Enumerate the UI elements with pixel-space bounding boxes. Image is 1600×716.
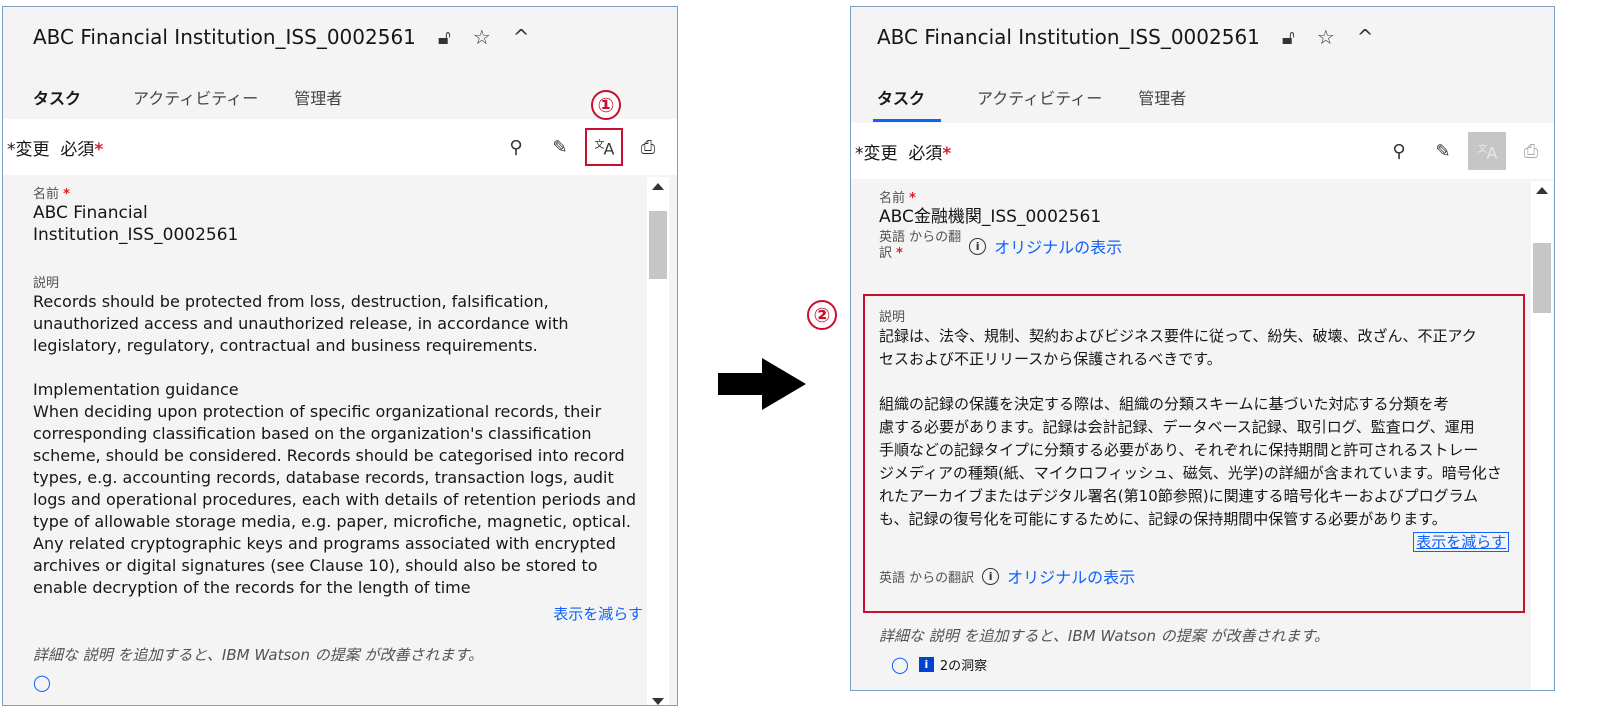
description-label: 説明 [879,310,906,325]
watson-hint: 詳細な 説明 を追加すると、IBM Watson の提案 が改善されます。 [879,627,1329,645]
show-original-link[interactable]: オリジナルの表示 [994,234,1122,258]
change-required-label: *変更 必須* [7,139,104,160]
translate-button[interactable]: 文A [585,128,623,166]
name-label: 名前 * [33,187,70,202]
record-title-row: ABC Financial Institution_ISS_0002561 🔓︎… [877,25,1374,49]
lightbulb-icon[interactable]: ◯ [891,655,909,674]
translated-description-text: 記録は、法令、規制、契約およびビジネス要件に従って、紛失、破壊、改ざん、不正アク… [879,327,1477,368]
watson-hint: 詳細な 説明 を追加すると、IBM Watson の提案 が改善されます。 [33,646,483,664]
record-title-row: ABC Financial Institution_ISS_0002561 🔓︎… [33,25,530,49]
implementation-guidance-text: Implementation guidance When deciding up… [33,380,636,597]
step-badge-1: ① [591,90,621,120]
translated-guidance-text: 組織の記録の保護を決定する際は、組織の分類スキームに基づいた対応する分類を考 慮… [879,395,1502,528]
print-icon[interactable]: ⎙ [1512,132,1550,170]
record-toolbar: *変更 必須* ⚲ ✎ 文A ⎙ [851,123,1554,179]
edit-icon[interactable]: ✎ [541,128,579,166]
star-icon[interactable]: ☆ [473,25,491,49]
tab-tasks[interactable]: タスク [29,85,98,122]
unlock-icon[interactable]: 🔓︎ [1282,25,1295,49]
info-icon[interactable]: i [969,237,987,255]
left-scrollbar[interactable] [647,177,669,705]
tab-admin[interactable]: 管理者 [294,85,342,122]
tab-tasks[interactable]: タスク [873,85,942,122]
translate-icon: 文A [594,139,615,159]
info-icon[interactable]: i [982,567,1000,585]
scroll-thumb[interactable] [1533,243,1551,313]
name-label: 名前 * [879,191,916,206]
star-icon[interactable]: ☆ [1317,25,1335,49]
scroll-down-icon[interactable] [652,698,664,705]
description-label: 説明 [33,276,60,291]
tab-activity[interactable]: アクティビティー [133,85,258,122]
translate-button[interactable]: 文A [1468,132,1506,170]
unlock-icon[interactable]: 🔓︎ [438,25,451,49]
search-icon[interactable]: ⚲ [1380,132,1418,170]
insights-row: ◯ i 2の洞察 [891,655,987,674]
scroll-up-icon[interactable] [1536,187,1548,194]
record-tabs: タスク アクティビティー 管理者 [29,85,378,122]
name-value-line2: Institution_ISS_0002561 [33,225,239,245]
tab-activity[interactable]: アクティビティー [977,85,1102,122]
translated-description-highlight: 説明 記録は、法令、規制、契約およびビジネス要件に従って、紛失、破壊、改ざん、不… [863,294,1525,613]
record-title: ABC Financial Institution_ISS_0002561 [33,25,416,49]
record-title: ABC Financial Institution_ISS_0002561 [877,25,1260,49]
record-toolbar: *変更 必須* ⚲ ✎ 文A ⎙ [3,119,677,175]
record-tabs: タスク アクティビティー 管理者 [873,85,1222,122]
name-value-line1: ABC Financial [33,203,148,223]
description-text: Records should be protected from loss, d… [33,292,569,355]
left-record-panel: ABC Financial Institution_ISS_0002561 🔓︎… [2,6,678,706]
change-required-label: *変更 必須* [855,143,952,164]
show-less-link[interactable]: 表示を減らす [553,605,643,623]
edit-icon[interactable]: ✎ [1424,132,1462,170]
record-fields: 名前 * ABC Financial Institution_ISS_00025… [33,183,643,692]
translation-note: 英語 からの翻 訳 * i オリジナルの表示 [879,230,1123,261]
show-original-link[interactable]: オリジナルの表示 [1007,564,1135,588]
lightbulb-icon[interactable]: ◯ [33,673,51,692]
insights-count[interactable]: 2の洞察 [940,655,987,674]
show-less-link[interactable]: 表示を減らす [1413,532,1509,552]
scroll-thumb[interactable] [649,211,667,279]
search-icon[interactable]: ⚲ [497,128,535,166]
step-badge-2: ② [807,300,837,330]
chevron-up-icon[interactable]: ^ [513,25,530,49]
record-fields: 名前 * ABC金融機関_ISS_0002561 英語 からの翻 訳 * i オ… [879,187,1520,262]
right-record-panel: ABC Financial Institution_ISS_0002561 🔓︎… [850,6,1555,691]
tab-admin[interactable]: 管理者 [1138,85,1186,122]
translate-icon: 文A [1477,143,1498,163]
scroll-up-icon[interactable] [652,183,664,190]
chevron-up-icon[interactable]: ^ [1357,25,1374,49]
name-value: ABC金融機関_ISS_0002561 [879,207,1102,227]
insight-info-icon: i [918,657,934,672]
right-scrollbar[interactable] [1531,181,1553,690]
translation-footer: 英語 からの翻訳 i オリジナルの表示 [879,564,1509,588]
print-icon[interactable]: ⎙ [629,128,667,166]
